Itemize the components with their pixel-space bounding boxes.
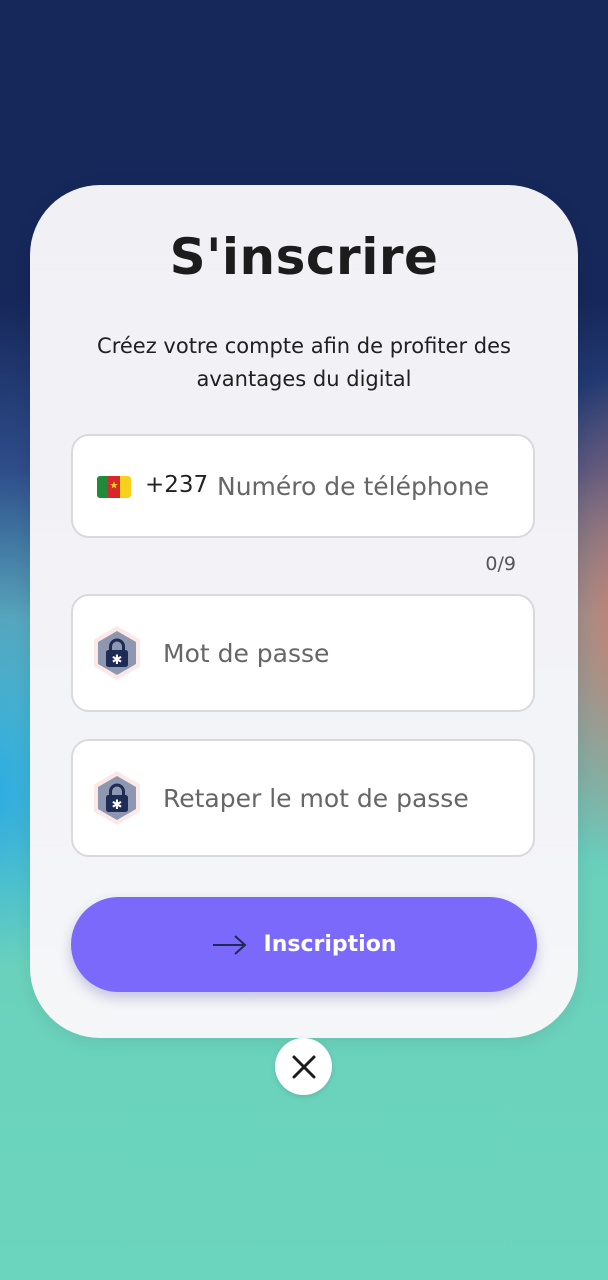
- confirm-password-field[interactable]: ✱: [71, 739, 535, 857]
- cameroon-flag-icon[interactable]: ★: [97, 476, 131, 498]
- svg-text:✱: ✱: [112, 653, 123, 668]
- password-input[interactable]: [163, 630, 513, 676]
- close-icon: [292, 1055, 315, 1078]
- page-subtitle: Créez votre compte afin de profiter des …: [97, 334, 511, 391]
- lock-icon: ✱: [94, 771, 140, 825]
- signup-button-label: Inscription: [263, 932, 397, 957]
- confirm-password-input[interactable]: [163, 775, 513, 821]
- phone-char-counter: 0/9: [485, 553, 516, 575]
- password-field[interactable]: ✱: [71, 594, 535, 712]
- arrow-right-icon: [212, 934, 247, 955]
- phone-field[interactable]: ★ +237: [71, 434, 535, 538]
- phone-input[interactable]: [217, 464, 517, 508]
- page-title: S'inscrire: [169, 228, 439, 286]
- svg-text:✱: ✱: [112, 798, 123, 813]
- dial-code[interactable]: +237: [145, 472, 208, 498]
- lock-icon: ✱: [94, 626, 140, 680]
- signup-button[interactable]: Inscription: [71, 897, 537, 992]
- close-button[interactable]: [275, 1038, 332, 1095]
